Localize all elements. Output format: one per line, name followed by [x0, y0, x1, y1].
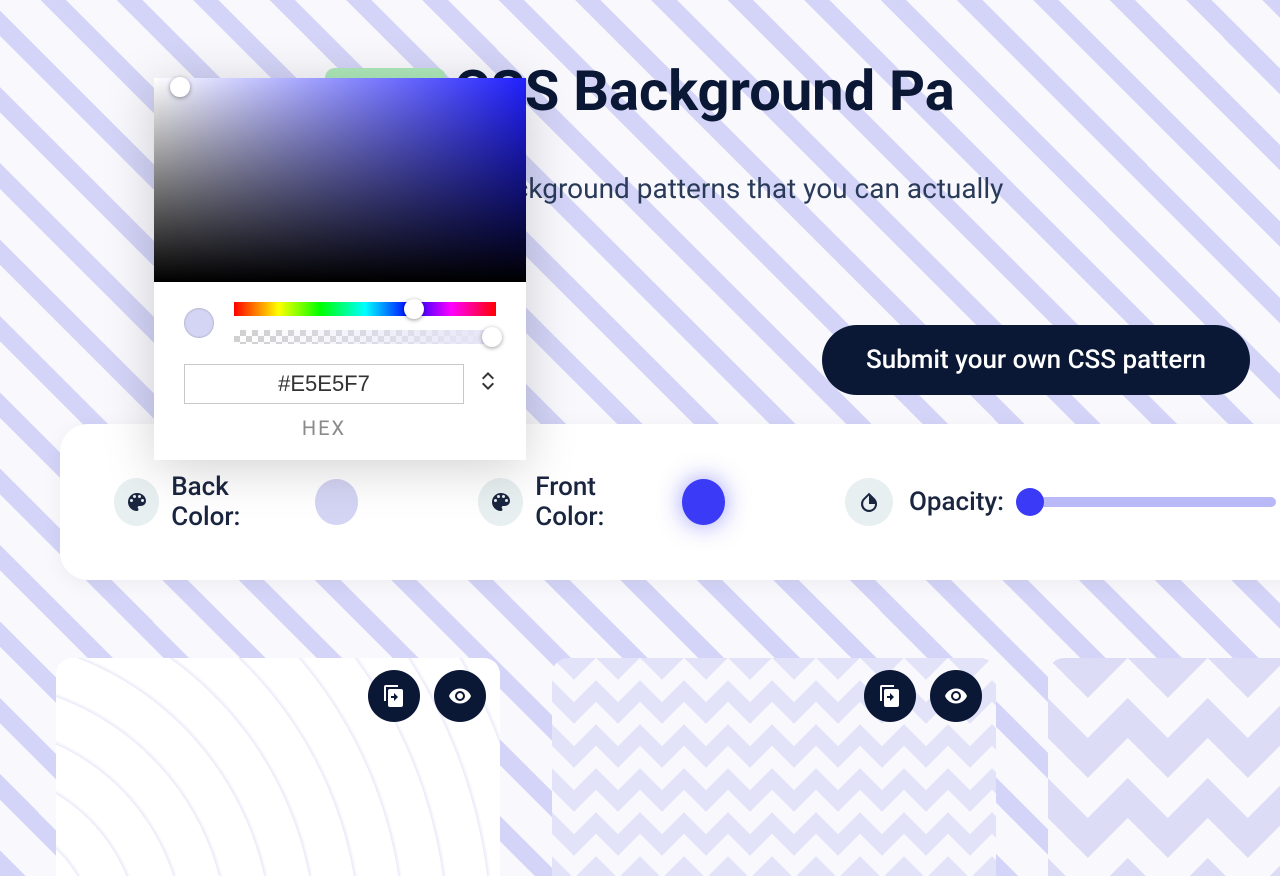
title-text: CSS Background Pa [454, 58, 955, 124]
hue-thumb[interactable] [404, 299, 424, 319]
copy-css-button[interactable] [864, 670, 916, 722]
alpha-thumb[interactable] [482, 327, 502, 347]
palette-icon [114, 478, 159, 526]
hue-slider[interactable] [234, 302, 496, 316]
saturation-value-area[interactable] [154, 78, 526, 282]
back-color-swatch[interactable] [315, 479, 358, 525]
patterns-grid [56, 658, 1280, 876]
format-label: HEX [184, 416, 464, 440]
format-switcher[interactable] [480, 370, 496, 392]
color-picker-popover: HEX [154, 78, 526, 460]
pattern-card[interactable] [56, 658, 500, 876]
hex-input[interactable] [184, 364, 464, 404]
front-color-control: Front Color: [478, 472, 725, 532]
pattern-card[interactable] [552, 658, 996, 876]
opacity-label: Opacity: [909, 487, 1004, 517]
preview-button[interactable] [434, 670, 486, 722]
pattern-card[interactable] [1048, 658, 1280, 876]
front-color-swatch[interactable] [682, 479, 725, 525]
opacity-slider-thumb[interactable] [1016, 488, 1044, 516]
preview-button[interactable] [930, 670, 982, 722]
back-color-label: Back Color: [171, 472, 296, 532]
palette-icon [478, 478, 523, 526]
submit-pattern-button[interactable]: Submit your own CSS pattern [822, 325, 1250, 395]
back-color-control: Back Color: [114, 472, 358, 532]
sv-thumb[interactable] [170, 77, 190, 97]
current-color-preview [184, 308, 214, 338]
clipboard-icon [878, 684, 902, 708]
copy-css-button[interactable] [368, 670, 420, 722]
opacity-control: Opacity: [845, 478, 1276, 526]
eye-icon [944, 684, 968, 708]
eye-icon [448, 684, 472, 708]
alpha-slider[interactable] [234, 330, 496, 344]
front-color-label: Front Color: [535, 472, 663, 532]
chevron-down-icon [480, 382, 496, 392]
clipboard-icon [382, 684, 406, 708]
opacity-icon [845, 478, 893, 526]
opacity-slider[interactable] [1020, 497, 1276, 507]
chevron-up-icon [480, 370, 496, 380]
